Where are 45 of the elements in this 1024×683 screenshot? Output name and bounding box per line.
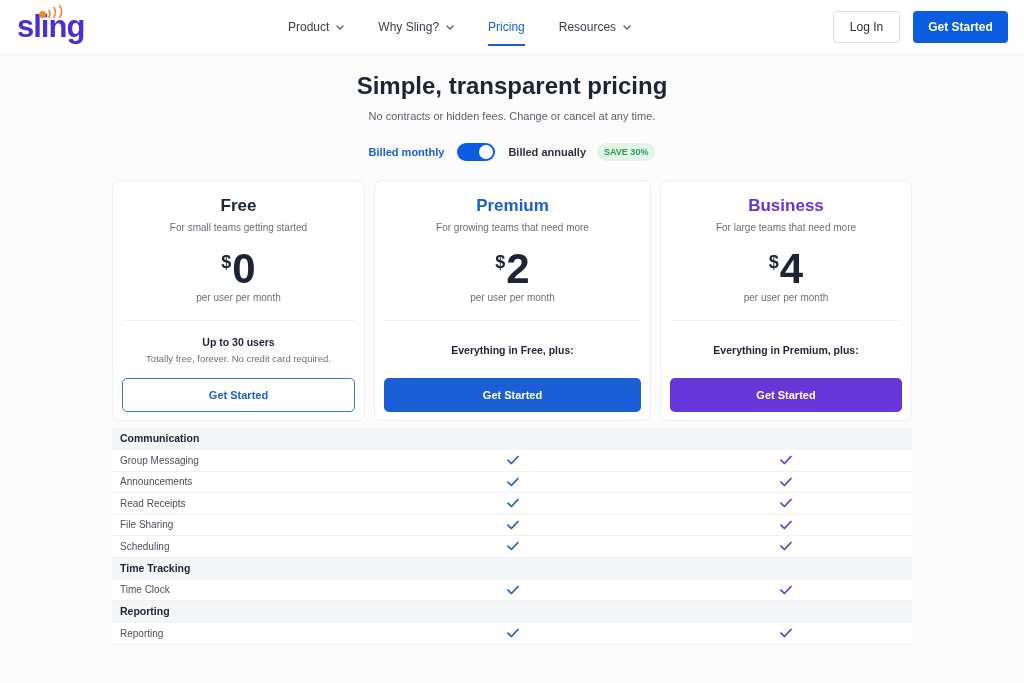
billing-option-label[interactable]: Billed annually [508, 143, 587, 161]
get-started-button[interactable]: Get Started [384, 378, 641, 412]
feature-label: Scheduling [120, 539, 171, 554]
feature-label: Group Messaging [120, 453, 200, 468]
feature-label: File Sharing [120, 518, 175, 533]
chevron-down-icon [446, 24, 455, 30]
price-period: per user per month [743, 291, 829, 305]
category-heading: Communication [120, 431, 200, 447]
plan-name: Free [220, 196, 257, 216]
feature-label: Read Receipts [120, 496, 187, 511]
plan-tagline: For small teams getting started [169, 221, 308, 235]
plan-name: Premium [476, 196, 549, 216]
feature-label: Time Clock [120, 583, 171, 598]
feature-label: Reporting [120, 626, 165, 641]
get-started-button[interactable]: Get Started [913, 11, 1008, 43]
plan-name: Business [748, 196, 824, 216]
category-heading: Time Tracking [120, 560, 191, 576]
category-heading: Reporting [120, 604, 170, 620]
plan-headline: Up to 30 users [202, 334, 275, 350]
plan-headline: Everything in Premium, plus: [713, 342, 859, 358]
get-started-button[interactable]: Get Started [670, 378, 902, 412]
discount-badge: SAVE 30% [597, 143, 656, 161]
brand-logo[interactable]: sling [17, 10, 89, 44]
chevron-down-icon [336, 24, 345, 30]
log-in-button[interactable]: Log In [833, 11, 900, 43]
chevron-down-icon [623, 24, 632, 30]
plan-note: Totally free, forever. No credit card required. [146, 351, 331, 366]
plan-price: $4 [768, 247, 804, 291]
price-period: per user per month [196, 291, 281, 305]
nav-link[interactable]: Pricing [488, 8, 525, 46]
billing-toggle[interactable] [457, 143, 496, 161]
billing-option-label[interactable]: Billed monthly [368, 143, 445, 161]
nav-link[interactable]: Why Sling? [378, 8, 455, 46]
feature-label: Announcements [120, 475, 194, 490]
page-subtitle: No contracts or hidden fees. Change or cancel at any time. [368, 109, 656, 123]
nav-link[interactable]: Product [288, 8, 345, 46]
get-started-button[interactable]: Get Started [122, 378, 355, 412]
plan-price: $2 [495, 247, 530, 291]
price-period: per user per month [470, 291, 555, 305]
nav-link[interactable]: Resources [558, 8, 632, 46]
plan-headline: Everything in Free, plus: [451, 342, 574, 358]
page-heading: Simple, transparent pricing [356, 72, 668, 100]
plan-tagline: For growing teams that need more [436, 221, 589, 235]
plan-price: $0 [221, 247, 256, 291]
plan-tagline: For large teams that need more [715, 221, 857, 235]
